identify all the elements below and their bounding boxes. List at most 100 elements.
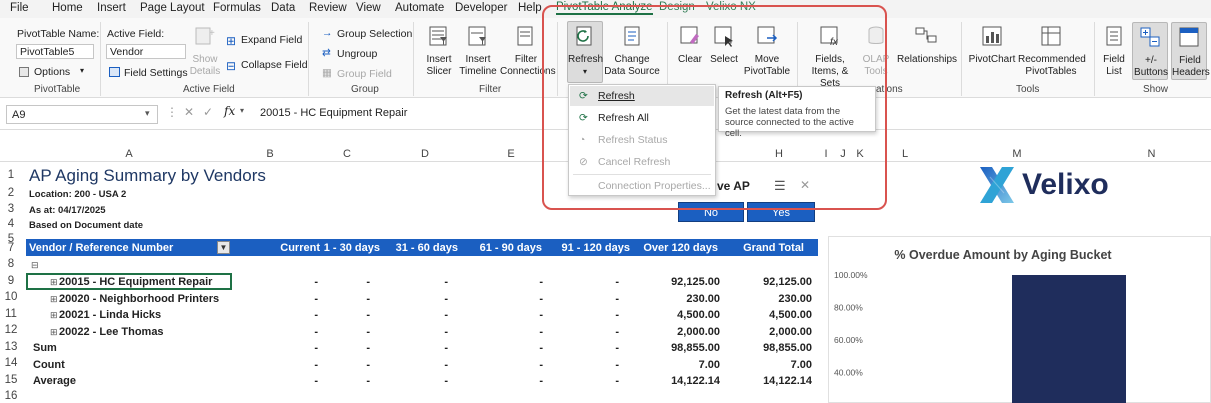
formula-input[interactable]: 20015 - HC Equipment Repair (260, 107, 407, 119)
value-cell-over[interactable]: 230.00 (640, 293, 720, 305)
row-number[interactable]: 8 (0, 258, 22, 270)
value-cell-d4[interactable]: - (539, 276, 619, 288)
value-cell-d1[interactable]: - (290, 309, 370, 321)
menu-automate[interactable]: Automate (395, 2, 444, 14)
value-cell-total[interactable]: 14,122.14 (732, 375, 812, 387)
value-cell-d4[interactable]: - (539, 326, 619, 338)
expand-field-button[interactable]: Expand Field (241, 34, 302, 46)
value-cell-over[interactable]: 2,000.00 (640, 326, 720, 338)
filter-dropdown-icon[interactable]: ▼ (217, 241, 230, 254)
cancel-icon[interactable]: ✕ (184, 105, 194, 119)
field-settings-button[interactable]: Field Settings (124, 67, 188, 79)
chevron-down-icon[interactable]: ▾ (80, 66, 84, 75)
expand-icon[interactable]: ⊞ (50, 294, 58, 305)
value-cell-d3[interactable]: - (463, 293, 543, 305)
menu-page-layout[interactable]: Page Layout (140, 2, 205, 14)
value-cell-total[interactable]: 92,125.00 (732, 276, 812, 288)
value-cell-over[interactable]: 92,125.00 (640, 276, 720, 288)
expand-icon[interactable]: ⊞ (50, 310, 58, 321)
value-cell-d2[interactable]: - (368, 276, 448, 288)
relationships-button[interactable]: Relationships (897, 24, 957, 66)
value-cell-d1[interactable]: - (290, 293, 370, 305)
recommended-pivottables-button[interactable]: Recommended PivotTables (1018, 24, 1086, 78)
column-header[interactable]: A (26, 148, 232, 160)
menu-view[interactable]: View (356, 2, 381, 14)
row-number[interactable]: 14 (0, 357, 22, 369)
column-header[interactable]: M (942, 148, 1092, 160)
value-cell-d4[interactable]: - (539, 359, 619, 371)
row-number[interactable]: 3 (0, 203, 22, 215)
value-cell-d4[interactable]: - (539, 293, 619, 305)
value-cell-total[interactable]: 2,000.00 (732, 326, 812, 338)
row-number[interactable]: 10 (0, 291, 22, 303)
menu-item-refresh-all[interactable]: ⟳ Refresh All (570, 108, 714, 128)
value-cell-total[interactable]: 230.00 (732, 293, 812, 305)
row-number[interactable]: 15 (0, 374, 22, 386)
value-cell-d3[interactable]: - (463, 276, 543, 288)
value-cell-d3[interactable]: - (463, 375, 543, 387)
value-cell-d4[interactable]: - (539, 342, 619, 354)
menu-data[interactable]: Data (271, 2, 295, 14)
summary-label[interactable]: Sum (33, 342, 57, 354)
row-number[interactable]: 13 (0, 341, 22, 353)
menu-file[interactable]: File (10, 2, 29, 14)
value-cell-d1[interactable]: - (290, 359, 370, 371)
value-cell-total[interactable]: 4,500.00 (732, 309, 812, 321)
value-cell-d3[interactable]: - (463, 309, 543, 321)
expand-icon[interactable]: ⊞ (50, 277, 58, 288)
row-number[interactable]: 12 (0, 324, 22, 336)
value-cell-d1[interactable]: - (290, 342, 370, 354)
column-header[interactable]: D (386, 148, 464, 160)
vendor-label[interactable]: 20015 - HC Equipment Repair (59, 276, 212, 288)
chart-bar[interactable] (1012, 275, 1126, 403)
group-selection-button[interactable]: Group Selection (337, 28, 412, 40)
insert-timeline-button[interactable]: Insert Timeline (458, 24, 498, 78)
active-field-input[interactable]: Vendor (106, 44, 186, 59)
value-cell-d3[interactable]: - (463, 359, 543, 371)
value-cell-d3[interactable]: - (463, 342, 543, 354)
menu-item-refresh[interactable]: ⟳ Refresh (570, 86, 714, 106)
value-cell-d4[interactable]: - (539, 309, 619, 321)
collapse-icon[interactable]: ⊟ (31, 260, 39, 271)
insert-slicer-button[interactable]: Insert Slicer (422, 24, 456, 78)
expand-icon[interactable]: ⊞ (50, 327, 58, 338)
menu-formulas[interactable]: Formulas (213, 2, 261, 14)
value-cell-d2[interactable]: - (368, 309, 448, 321)
value-cell-d4[interactable]: - (539, 375, 619, 387)
column-header[interactable]: C (308, 148, 386, 160)
column-header[interactable]: N (1092, 148, 1211, 160)
vendor-label[interactable]: 20021 - Linda Hicks (59, 309, 161, 321)
chevron-down-icon[interactable]: ▾ (240, 106, 244, 115)
summary-label[interactable]: Average (33, 375, 76, 387)
options-button[interactable]: Options (34, 66, 70, 78)
value-cell-d1[interactable]: - (290, 375, 370, 387)
plus-minus-buttons-button[interactable]: +/- Buttons (1132, 22, 1168, 80)
row-number[interactable]: 11 (0, 308, 22, 320)
value-cell-d1[interactable]: - (290, 326, 370, 338)
value-cell-d2[interactable]: - (368, 293, 448, 305)
value-cell-d2[interactable]: - (368, 375, 448, 387)
value-cell-over[interactable]: 14,122.14 (640, 375, 720, 387)
value-cell-total[interactable]: 98,855.00 (732, 342, 812, 354)
vendor-label[interactable]: 20020 - Neighborhood Printers (59, 293, 219, 305)
field-list-button[interactable]: Field List (1101, 24, 1127, 78)
row-number[interactable]: 16 (0, 390, 22, 402)
value-cell-over[interactable]: 98,855.00 (640, 342, 720, 354)
vendor-label[interactable]: 20022 - Lee Thomas (59, 326, 164, 338)
row-number[interactable]: 4 (0, 218, 22, 230)
value-cell-d2[interactable]: - (368, 342, 448, 354)
pivotchart-button[interactable]: PivotChart (968, 24, 1016, 66)
value-cell-d3[interactable]: - (463, 326, 543, 338)
value-cell-over[interactable]: 4,500.00 (640, 309, 720, 321)
value-cell-over[interactable]: 7.00 (640, 359, 720, 371)
menu-review[interactable]: Review (309, 2, 347, 14)
row-number[interactable]: 1 (0, 169, 22, 181)
menu-developer[interactable]: Developer (455, 2, 507, 14)
menu-home[interactable]: Home (52, 2, 83, 14)
summary-label[interactable]: Count (33, 359, 65, 371)
row-number[interactable]: 2 (0, 187, 22, 199)
value-cell-total[interactable]: 7.00 (732, 359, 812, 371)
row-number[interactable]: 9 (0, 275, 22, 287)
row-number[interactable]: 7 (0, 242, 22, 254)
value-cell-d2[interactable]: - (368, 359, 448, 371)
